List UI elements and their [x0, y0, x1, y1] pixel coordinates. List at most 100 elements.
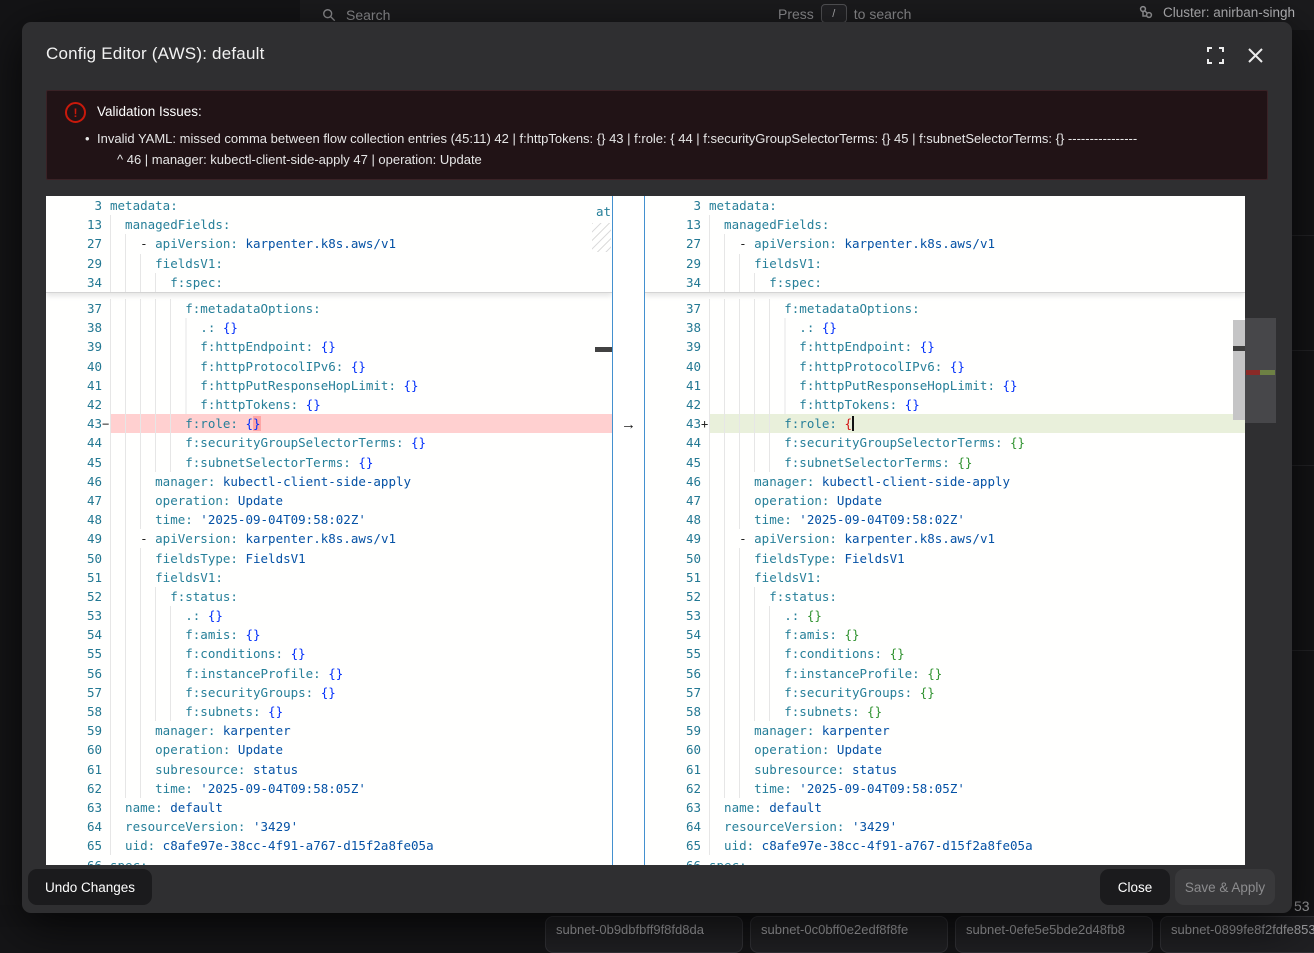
code-line[interactable]: 44f:securityGroupSelectorTerms: {} — [645, 433, 1245, 452]
code-line[interactable]: 29fieldsV1: — [46, 254, 612, 273]
code-line[interactable]: 27- apiVersion: karpenter.k8s.aws/v1 — [46, 234, 612, 253]
collapsed-unchanged-region-left[interactable]: 3metadata:13managedFields:27- apiVersion… — [46, 196, 612, 293]
code-line[interactable]: 34f:spec: — [645, 273, 1245, 292]
code-line[interactable]: 40f:httpProtocolIPv6: {} — [46, 357, 612, 376]
code-line[interactable]: 3metadata: — [645, 196, 1245, 215]
code-line[interactable]: 55f:conditions: {} — [645, 644, 1245, 663]
code-line[interactable]: 46manager: kubectl-client-side-apply — [645, 472, 1245, 491]
line-number: 46 — [46, 474, 102, 489]
subnet-cell-badge[interactable]: subnet-0efe5e5bde2d48fb8 — [955, 916, 1153, 953]
close-button[interactable] — [1244, 44, 1266, 66]
code-line[interactable]: 41f:httpPutResponseHopLimit: {} — [46, 376, 612, 395]
code-line[interactable]: 47operation: Update — [46, 491, 612, 510]
code-line[interactable]: 39f:httpEndpoint: {} — [46, 337, 612, 356]
diff-sash[interactable] — [612, 196, 645, 865]
undo-changes-button[interactable]: Undo Changes — [28, 869, 152, 905]
code-line[interactable]: 42f:httpTokens: {} — [46, 395, 612, 414]
code-line[interactable]: 56f:instanceProfile: {} — [46, 664, 612, 683]
code-line[interactable]: 54f:amis: {} — [46, 625, 612, 644]
yaml-diff-editor[interactable]: 3metadata:13managedFields:27- apiVersion… — [46, 196, 1245, 865]
code-line[interactable]: 45f:subnetSelectorTerms: {} — [46, 453, 612, 472]
code-line[interactable]: 46manager: kubectl-client-side-apply — [46, 472, 612, 491]
code-line[interactable]: 51fieldsV1: — [46, 568, 612, 587]
code-line[interactable]: 61subresource: status — [645, 760, 1245, 779]
code-line[interactable]: 54f:amis: {} — [645, 625, 1245, 644]
code-line[interactable]: 37f:metadataOptions: — [645, 299, 1245, 318]
validation-title: Validation Issues: — [97, 104, 202, 119]
code-line[interactable]: 34f:spec: — [46, 273, 612, 292]
fullscreen-button[interactable] — [1204, 44, 1226, 66]
code-line[interactable]: 48time: '2025-09-04T09:58:02Z' — [46, 510, 612, 529]
revert-change-arrow[interactable]: → — [612, 414, 645, 434]
code-line[interactable]: 57f:securityGroups: {} — [46, 683, 612, 702]
code-line[interactable]: 59manager: karpenter — [46, 721, 612, 740]
code-line[interactable]: 37f:metadataOptions: — [46, 299, 612, 318]
code-line[interactable]: 3metadata: — [46, 196, 612, 215]
code-line[interactable]: 66spec: — [46, 855, 612, 865]
code-line[interactable]: 63name: default — [645, 798, 1245, 817]
code-line[interactable]: 62time: '2025-09-04T09:58:05Z' — [645, 779, 1245, 798]
code-line[interactable]: 55f:conditions: {} — [46, 644, 612, 663]
code-line[interactable]: 49- apiVersion: karpenter.k8s.aws/v1 — [46, 529, 612, 548]
subnet-cell-badge[interactable]: subnet-0899fe8f2fdfe8538 — [1160, 916, 1314, 953]
code-line[interactable]: 29fieldsV1: — [645, 254, 1245, 273]
code-line[interactable]: 52f:status: — [645, 587, 1245, 606]
validation-message-line1: Invalid YAML: missed comma between flow … — [97, 129, 1243, 150]
code-line[interactable]: 58f:subnets: {} — [645, 702, 1245, 721]
code-line[interactable]: 65uid: c8afe97e-38cc-4f91-a767-d15f2a8fe… — [46, 836, 612, 855]
line-number: 3 — [46, 198, 102, 213]
save-apply-button[interactable]: Save & Apply — [1175, 869, 1275, 905]
code-line[interactable]: 56f:instanceProfile: {} — [645, 664, 1245, 683]
code-line[interactable]: 47operation: Update — [645, 491, 1245, 510]
line-number: 45 — [46, 455, 102, 470]
code-line[interactable]: 49- apiVersion: karpenter.k8s.aws/v1 — [645, 529, 1245, 548]
code-line[interactable]: 59manager: karpenter — [645, 721, 1245, 740]
code-line[interactable]: 57f:securityGroups: {} — [645, 683, 1245, 702]
code-line[interactable]: 45f:subnetSelectorTerms: {} — [645, 453, 1245, 472]
code-line[interactable]: 53.: {} — [645, 606, 1245, 625]
code-line[interactable]: 43−f:role: {} — [46, 414, 612, 433]
close-footer-button[interactable]: Close — [1100, 869, 1170, 905]
line-number: 41 — [645, 378, 701, 393]
code-line[interactable]: 63name: default — [46, 798, 612, 817]
diff-pane-original[interactable]: 3metadata:13managedFields:27- apiVersion… — [46, 196, 612, 865]
code-line[interactable]: 50fieldsType: FieldsV1 — [645, 548, 1245, 567]
code-line[interactable]: 64resourceVersion: '3429' — [645, 817, 1245, 836]
line-number: 65 — [645, 838, 701, 853]
cluster-selector[interactable]: Cluster: anirban-singh — [1138, 4, 1295, 20]
code-line[interactable]: 43+f:role: { — [645, 414, 1245, 433]
code-line[interactable]: 44f:securityGroupSelectorTerms: {} — [46, 433, 612, 452]
code-line[interactable]: 58f:subnets: {} — [46, 702, 612, 721]
code-line[interactable]: 60operation: Update — [46, 740, 612, 759]
line-number: 42 — [645, 397, 701, 412]
code-line[interactable]: 39f:httpEndpoint: {} — [645, 337, 1245, 356]
code-line[interactable]: 60operation: Update — [645, 740, 1245, 759]
line-number: 57 — [46, 685, 102, 700]
diff-overview-ruler[interactable] — [1245, 318, 1276, 423]
code-line[interactable]: 13managedFields: — [46, 215, 612, 234]
code-line[interactable]: 38.: {} — [645, 318, 1245, 337]
code-line[interactable]: 62time: '2025-09-04T09:58:05Z' — [46, 779, 612, 798]
code-line[interactable]: 51fieldsV1: — [645, 568, 1245, 587]
code-line[interactable]: 27- apiVersion: karpenter.k8s.aws/v1 — [645, 234, 1245, 253]
subnet-cell-badge[interactable]: subnet-0c0bff0e2edf8f8fe — [750, 916, 948, 953]
code-line[interactable]: 53.: {} — [46, 606, 612, 625]
code-line[interactable]: 61subresource: status — [46, 760, 612, 779]
subnet-cell-badge[interactable]: subnet-0b9dbfbff9f8fd8da — [545, 916, 743, 953]
code-line[interactable]: 41f:httpPutResponseHopLimit: {} — [645, 376, 1245, 395]
code-line[interactable]: 50fieldsType: FieldsV1 — [46, 548, 612, 567]
editor-scrollbar-slider[interactable] — [1233, 320, 1245, 420]
collapsed-unchanged-region-right[interactable]: 3metadata:13managedFields:27- apiVersion… — [645, 196, 1245, 293]
code-line[interactable]: 48time: '2025-09-04T09:58:02Z' — [645, 510, 1245, 529]
diff-pane-modified[interactable]: 3metadata:13managedFields:27- apiVersion… — [645, 196, 1245, 865]
line-number: 41 — [46, 378, 102, 393]
code-line[interactable]: 40f:httpProtocolIPv6: {} — [645, 357, 1245, 376]
code-line[interactable]: 38.: {} — [46, 318, 612, 337]
code-line[interactable]: 65uid: c8afe97e-38cc-4f91-a767-d15f2a8fe… — [645, 836, 1245, 855]
code-line[interactable]: 13managedFields: — [645, 215, 1245, 234]
code-line[interactable]: 42f:httpTokens: {} — [645, 395, 1245, 414]
code-line[interactable]: 66spec: — [645, 855, 1245, 865]
code-line[interactable]: 52f:status: — [46, 587, 612, 606]
line-number: 47 — [645, 493, 701, 508]
code-line[interactable]: 64resourceVersion: '3429' — [46, 817, 612, 836]
